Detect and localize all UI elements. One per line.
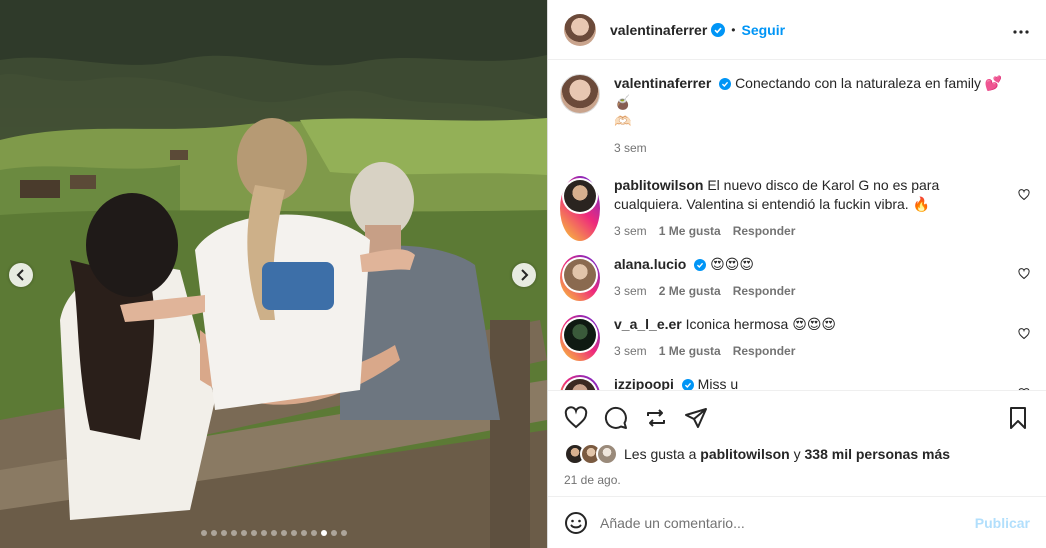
likes-user[interactable]: pablitowilson bbox=[700, 446, 789, 462]
story-ring[interactable] bbox=[560, 375, 600, 390]
comment-input[interactable] bbox=[600, 514, 975, 531]
liker-avatar bbox=[596, 443, 618, 465]
more-options-icon[interactable] bbox=[1012, 19, 1030, 40]
carousel-dot bbox=[260, 530, 267, 536]
carousel-dot bbox=[280, 530, 287, 536]
like-comment-heart-icon[interactable] bbox=[1018, 189, 1030, 201]
carousel-dot bbox=[200, 530, 207, 536]
comment-time[interactable]: 3 sem bbox=[614, 342, 647, 361]
chevron-left-icon bbox=[16, 269, 24, 281]
separator-dot: • bbox=[731, 22, 736, 37]
carousel-dot bbox=[290, 530, 297, 536]
post-dialog: valentinaferrer • Seguir valentinaferrer… bbox=[0, 0, 1046, 548]
caption-extra-emoji: 🫶🏻 bbox=[614, 113, 632, 129]
carousel-dot bbox=[210, 530, 217, 536]
author-avatar[interactable] bbox=[564, 13, 596, 46]
next-photo-button[interactable] bbox=[512, 263, 536, 287]
comment-item: izzipoopi Miss u bbox=[560, 375, 1030, 390]
comment-username[interactable]: alana.lucio bbox=[614, 256, 686, 272]
comment-item: v_a_l_e.er Iconica hermosa 😍😍😍 3 sem 1 M… bbox=[560, 315, 1030, 361]
publish-button[interactable]: Publicar bbox=[975, 515, 1030, 531]
post-date[interactable]: 21 de ago. bbox=[564, 473, 1030, 487]
comment-avatar bbox=[564, 319, 596, 351]
comment-username[interactable]: izzipoopi bbox=[614, 376, 674, 390]
comment-avatar bbox=[564, 379, 596, 390]
carousel-dot bbox=[320, 530, 327, 536]
comment-username[interactable]: v_a_l_e.er bbox=[614, 316, 682, 332]
comments-list[interactable]: valentinaferrer Conectando con la natura… bbox=[548, 60, 1046, 390]
carousel-dot bbox=[310, 530, 317, 536]
follow-button[interactable]: Seguir bbox=[741, 22, 785, 38]
carousel-dot bbox=[300, 530, 307, 536]
like-comment-heart-icon[interactable] bbox=[1018, 388, 1030, 390]
likes-connector: y bbox=[793, 446, 801, 462]
likes-others[interactable]: 338 mil personas más bbox=[805, 446, 951, 462]
likes-summary: Les gusta a pablitowilson y 338 mil pers… bbox=[564, 443, 1030, 465]
comment-time[interactable]: 3 sem bbox=[614, 282, 647, 301]
carousel-dot bbox=[220, 530, 227, 536]
comment-bubble-icon[interactable] bbox=[604, 406, 628, 430]
comment-avatar bbox=[564, 259, 596, 291]
story-ring[interactable] bbox=[560, 176, 600, 241]
chevron-right-icon bbox=[521, 269, 529, 281]
comment-text: Miss u bbox=[697, 376, 739, 390]
add-comment-bar: Publicar bbox=[548, 496, 1046, 548]
story-ring[interactable] bbox=[560, 255, 600, 301]
repost-icon[interactable] bbox=[644, 406, 668, 430]
carousel-dot bbox=[230, 530, 237, 536]
caption-time[interactable]: 3 sem bbox=[614, 139, 647, 158]
reply-button[interactable]: Responder bbox=[733, 282, 796, 301]
liker-avatars[interactable] bbox=[564, 443, 618, 465]
carousel-dot bbox=[250, 530, 257, 536]
comment-username[interactable]: pablitowilson bbox=[614, 177, 703, 193]
caption-avatar[interactable] bbox=[560, 74, 600, 114]
caption: valentinaferrer Conectando con la natura… bbox=[560, 74, 1030, 158]
comment-text: 😍😍😍 bbox=[710, 256, 754, 272]
previous-photo-button[interactable] bbox=[9, 263, 33, 287]
comment-time[interactable]: 3 sem bbox=[614, 222, 647, 241]
share-paper-plane-icon[interactable] bbox=[684, 406, 708, 430]
comment-item: alana.lucio 😍😍😍 3 sem 2 Me gusta Respond… bbox=[560, 255, 1030, 301]
carousel-dot bbox=[270, 530, 277, 536]
verified-badge-icon bbox=[711, 22, 726, 37]
post-image bbox=[0, 0, 547, 548]
carousel-dot bbox=[330, 530, 337, 536]
carousel-dot bbox=[240, 530, 247, 536]
verified-badge-icon bbox=[694, 259, 707, 271]
comment-likes[interactable]: 2 Me gusta bbox=[659, 282, 721, 301]
like-heart-icon[interactable] bbox=[564, 406, 588, 430]
emoji-picker-icon[interactable] bbox=[564, 511, 588, 535]
save-bookmark-icon[interactable] bbox=[1006, 406, 1030, 430]
verified-badge-icon bbox=[681, 379, 694, 390]
carousel-indicator bbox=[0, 530, 547, 536]
like-comment-heart-icon[interactable] bbox=[1018, 268, 1030, 280]
caption-username[interactable]: valentinaferrer bbox=[614, 75, 711, 91]
author-username[interactable]: valentinaferrer bbox=[610, 22, 707, 38]
comment-avatar bbox=[564, 180, 596, 212]
like-comment-heart-icon[interactable] bbox=[1018, 328, 1030, 340]
carousel-dot bbox=[340, 530, 347, 536]
comment-text: Iconica hermosa 😍😍😍 bbox=[685, 316, 837, 332]
story-ring[interactable] bbox=[560, 315, 600, 361]
comment-likes[interactable]: 1 Me gusta bbox=[659, 222, 721, 241]
reply-button[interactable]: Responder bbox=[733, 222, 796, 241]
post-sidebar: valentinaferrer • Seguir valentinaferrer… bbox=[547, 0, 1046, 548]
comment-item: pablitowilson El nuevo disco de Karol G … bbox=[560, 176, 1030, 241]
post-actions: Les gusta a pablitowilson y 338 mil pers… bbox=[548, 390, 1046, 496]
verified-badge-icon bbox=[719, 78, 732, 90]
likes-prefix: Les gusta a bbox=[624, 446, 697, 462]
reply-button[interactable]: Responder bbox=[733, 342, 796, 361]
post-header: valentinaferrer • Seguir bbox=[548, 0, 1046, 60]
post-photo[interactable] bbox=[0, 0, 547, 548]
comment-likes[interactable]: 1 Me gusta bbox=[659, 342, 721, 361]
